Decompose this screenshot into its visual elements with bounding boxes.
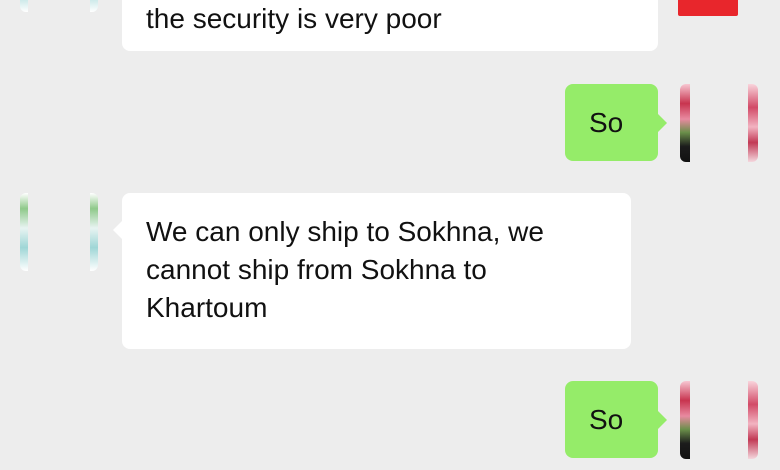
my-avatar[interactable] bbox=[680, 84, 758, 162]
bubble-tail bbox=[657, 410, 667, 430]
red-badge bbox=[678, 0, 738, 16]
incoming-message-bubble[interactable]: We can only ship to Sokhna, we cannot sh… bbox=[122, 193, 631, 349]
message-text: the security is very poor bbox=[146, 3, 442, 34]
message-text-line: cannot ship from Sokhna to bbox=[146, 254, 487, 285]
avatar-image-edge bbox=[748, 381, 758, 459]
message-text: So bbox=[589, 404, 624, 435]
avatar-image-edge bbox=[680, 381, 690, 459]
message-text-line: Khartoum bbox=[146, 292, 268, 323]
avatar-image-edge bbox=[680, 84, 690, 162]
avatar-image-edge bbox=[748, 84, 758, 162]
avatar-image-edge bbox=[20, 193, 28, 271]
incoming-message-bubble[interactable]: the security is very poor bbox=[122, 0, 658, 51]
my-avatar[interactable] bbox=[680, 381, 758, 459]
avatar-image-edge bbox=[90, 0, 98, 12]
bubble-tail bbox=[657, 113, 667, 133]
contact-avatar[interactable] bbox=[20, 0, 98, 12]
outgoing-message-bubble[interactable]: So bbox=[565, 84, 658, 161]
avatar-image-edge bbox=[90, 193, 98, 271]
chat-message-list[interactable]: the security is very poor So We can only… bbox=[0, 0, 780, 470]
message-text-line: We can only ship to Sokhna, we bbox=[146, 216, 544, 247]
avatar-image-edge bbox=[20, 0, 28, 12]
contact-avatar[interactable] bbox=[20, 193, 98, 271]
message-text: So bbox=[589, 107, 624, 138]
outgoing-message-bubble[interactable]: So bbox=[565, 381, 658, 458]
